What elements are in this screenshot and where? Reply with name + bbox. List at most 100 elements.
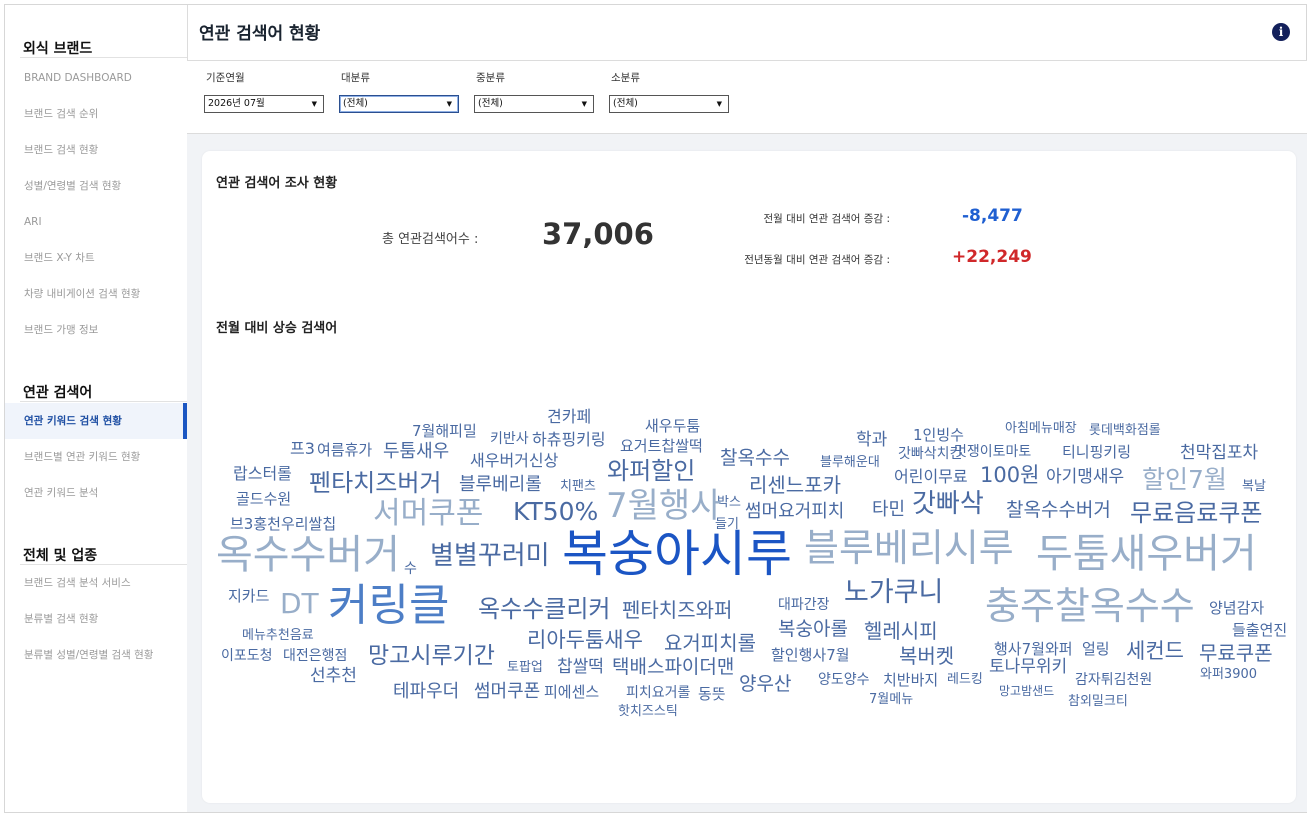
- cloud-word[interactable]: 7월행사: [606, 489, 721, 523]
- cloud-word[interactable]: 7월해피밀: [412, 424, 477, 439]
- cloud-word[interactable]: 피치요거롤: [626, 686, 690, 700]
- cloud-word[interactable]: 행사7월와퍼: [994, 642, 1073, 657]
- cloud-word[interactable]: 핫치즈스틱: [618, 705, 678, 718]
- cloud-word[interactable]: 썸머요거피치: [745, 503, 844, 521]
- cloud-word[interactable]: 키반사: [490, 432, 529, 446]
- cloud-word[interactable]: 갓빠삭: [912, 491, 984, 517]
- cloud-word[interactable]: 옥수수클리커: [478, 597, 610, 621]
- cloud-word[interactable]: 노가쿠니: [844, 579, 943, 606]
- cloud-word[interactable]: 골드수원: [236, 492, 291, 507]
- cloud-word[interactable]: 브3홍천우리쌀칩: [230, 517, 336, 532]
- cloud-word[interactable]: 치팬츠: [560, 480, 596, 493]
- cloud-word[interactable]: 대파간장: [778, 598, 830, 612]
- cloud-word[interactable]: 찰옥수수버거: [1006, 501, 1111, 520]
- cloud-word[interactable]: 새우두툼: [645, 419, 700, 434]
- cloud-word[interactable]: 리아두툼새우: [527, 630, 643, 651]
- cloud-word[interactable]: 프3: [290, 441, 315, 457]
- cloud-word[interactable]: 메뉴추천음료: [242, 629, 314, 642]
- cloud-word[interactable]: 리센느포카: [749, 475, 841, 495]
- cloud-word[interactable]: 무료음료쿠폰: [1130, 501, 1262, 525]
- sidebar-item-brand-search-status[interactable]: 브랜드 검색 현황: [5, 132, 187, 168]
- cloud-word[interactable]: 찹쌀떡: [557, 659, 604, 676]
- cloud-word[interactable]: 롯데백화점롤: [1089, 424, 1161, 437]
- cloud-word[interactable]: 학과: [856, 432, 887, 449]
- cloud-word[interactable]: 이포도청: [221, 649, 273, 663]
- cloud-word[interactable]: 세컨드: [1126, 641, 1184, 662]
- cloud-word[interactable]: 새우버거신상: [470, 453, 558, 469]
- cloud-word[interactable]: KT50%: [513, 499, 598, 524]
- cloud-word[interactable]: 서머쿠폰: [373, 499, 483, 529]
- cloud-word[interactable]: 갓빠삭치킨: [898, 447, 962, 461]
- sidebar-item-related-keyword-search[interactable]: 연관 키워드 검색 현황: [5, 403, 187, 439]
- cloud-word[interactable]: 여름휴가: [317, 443, 372, 458]
- cloud-word[interactable]: 요거트찹쌀떡: [620, 439, 703, 454]
- cloud-word[interactable]: DT: [280, 590, 319, 618]
- cloud-word[interactable]: 옥수수버거: [216, 535, 400, 575]
- cloud-word[interactable]: 치반바지: [883, 673, 938, 688]
- cloud-word[interactable]: 블루해운대: [820, 456, 880, 469]
- cloud-word[interactable]: 견카페: [547, 409, 591, 425]
- cloud-word[interactable]: 복버켓: [899, 646, 954, 666]
- cloud-word[interactable]: 피에센스: [544, 685, 599, 700]
- cloud-word[interactable]: 와퍼할인: [607, 459, 695, 483]
- cloud-word[interactable]: 무료쿠폰: [1199, 643, 1273, 663]
- sidebar-item-car-navigation[interactable]: 차량 내비게이션 검색 현황: [5, 276, 187, 312]
- middle-category-select[interactable]: (전체) ▼: [474, 95, 594, 113]
- cloud-word[interactable]: 펜타치즈버거: [309, 471, 441, 495]
- cloud-word[interactable]: 썸머쿠폰: [474, 683, 540, 701]
- cloud-word[interactable]: 두툼새우: [383, 443, 449, 461]
- cloud-word[interactable]: 와퍼3900: [1200, 668, 1257, 681]
- cloud-word[interactable]: 천막집포차: [1180, 445, 1258, 462]
- cloud-word[interactable]: 망고시루기간: [368, 645, 495, 668]
- cloud-word[interactable]: 펜타치즈와퍼: [622, 600, 732, 620]
- cloud-word[interactable]: 타민: [872, 501, 905, 519]
- cloud-word[interactable]: 블루베리시루: [804, 529, 1014, 567]
- cloud-word[interactable]: 택배스파이더맨: [612, 658, 734, 677]
- cloud-word[interactable]: 두툼새우버거: [1036, 534, 1257, 574]
- sidebar-item-category-gender-age[interactable]: 분류별 성별/연령별 검색 현황: [5, 637, 187, 673]
- cloud-word[interactable]: 블루베리롤: [459, 476, 542, 494]
- cloud-word[interactable]: 찰옥수수: [720, 449, 790, 468]
- cloud-word[interactable]: 망고밤샌드: [999, 685, 1054, 697]
- cloud-word[interactable]: 티니핑키링: [1062, 445, 1131, 460]
- cloud-word[interactable]: 토팝업: [507, 661, 543, 674]
- cloud-word[interactable]: 복숭아롤: [778, 620, 848, 639]
- cloud-word[interactable]: 하츄핑키링: [532, 432, 606, 448]
- cloud-word[interactable]: 양우산: [739, 675, 791, 694]
- cloud-word[interactable]: 토나무위키: [989, 659, 1067, 676]
- cloud-word[interactable]: 대전은행점: [283, 649, 347, 663]
- sidebar-item-category-search[interactable]: 분류별 검색 현황: [5, 601, 187, 637]
- cloud-word[interactable]: 테파우더: [393, 683, 459, 701]
- sidebar-item-brand-search-rank[interactable]: 브랜드 검색 순위: [5, 96, 187, 132]
- sidebar-item-brand-search-analysis[interactable]: 브랜드 검색 분석 서비스: [5, 565, 187, 601]
- cloud-word[interactable]: 들출연진: [1232, 623, 1287, 638]
- cloud-word[interactable]: 수: [404, 562, 417, 576]
- cloud-word[interactable]: 레드킹: [947, 673, 983, 686]
- cloud-word[interactable]: 양도양수: [818, 673, 870, 687]
- major-category-select[interactable]: (전체) ▼: [339, 95, 459, 113]
- sidebar-item-ari[interactable]: ARI: [5, 204, 187, 240]
- minor-category-select[interactable]: (전체) ▼: [609, 95, 729, 113]
- cloud-word[interactable]: 7월메뉴: [869, 693, 913, 706]
- cloud-word[interactable]: 할인7월: [1142, 467, 1227, 492]
- cloud-word[interactable]: 충주찰옥수수: [985, 587, 1195, 625]
- cloud-word[interactable]: 할인행사7월: [771, 648, 850, 663]
- cloud-word[interactable]: 얼링: [1082, 642, 1110, 657]
- sidebar-item-brand-xy-chart[interactable]: 브랜드 X-Y 차트: [5, 240, 187, 276]
- cloud-word[interactable]: 커링클: [328, 584, 449, 628]
- info-icon[interactable]: i: [1272, 23, 1290, 41]
- sidebar-item-brand-dashboard[interactable]: BRAND DASHBOARD: [5, 60, 187, 96]
- cloud-word[interactable]: 아기맹새우: [1046, 469, 1124, 486]
- cloud-word[interactable]: 멋쟁이토마토: [954, 445, 1031, 459]
- sidebar-item-related-keyword-analysis[interactable]: 연관 키워드 분석: [5, 475, 187, 511]
- cloud-word[interactable]: 감자튀김천원: [1075, 673, 1152, 687]
- cloud-word[interactable]: 선추천: [310, 668, 357, 685]
- cloud-word[interactable]: 헬레시피: [864, 621, 938, 641]
- cloud-word[interactable]: 1인빙수: [913, 428, 964, 443]
- cloud-word[interactable]: 별별꾸러미: [430, 543, 550, 569]
- cloud-word[interactable]: 랍스터롤: [233, 466, 292, 482]
- sidebar-item-franchise-info[interactable]: 브랜드 가맹 정보: [5, 312, 187, 348]
- sidebar-item-gender-age-search[interactable]: 성별/연령별 검색 현황: [5, 168, 187, 204]
- cloud-word[interactable]: 요거피치롤: [664, 633, 756, 653]
- base-month-select[interactable]: 2026년 07월 ▼: [204, 95, 324, 113]
